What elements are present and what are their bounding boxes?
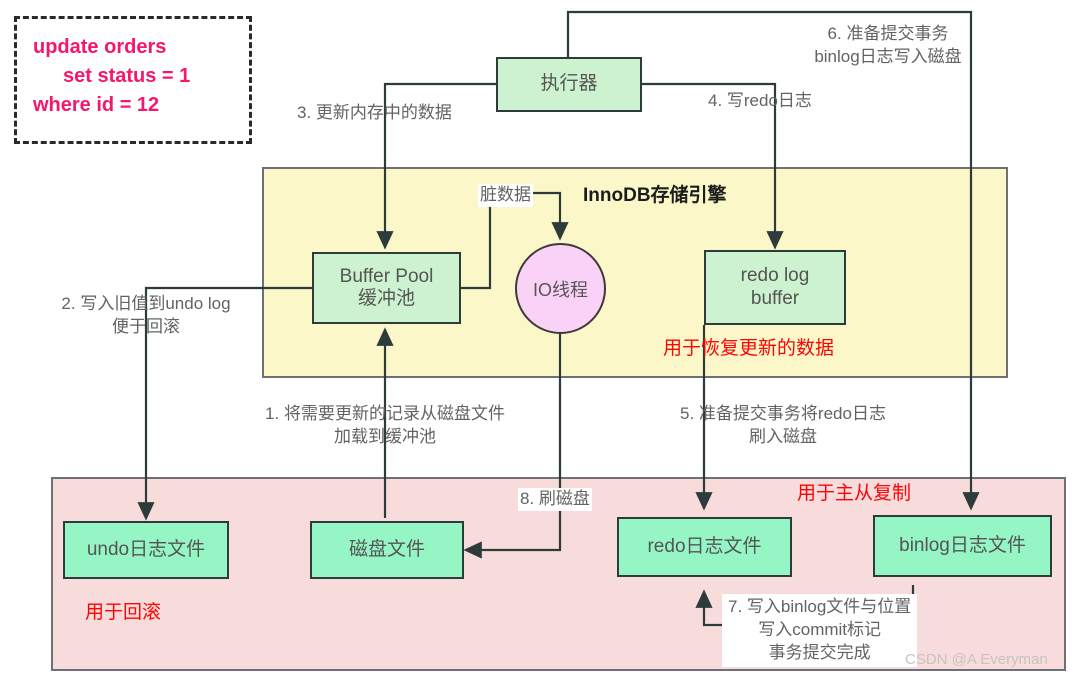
node-buffer-pool[interactable]: Buffer Pool 缓冲池 [312,252,461,324]
node-buffer-pool-label-en: Buffer Pool [339,265,434,287]
node-redo-log-file[interactable]: redo日志文件 [617,517,792,577]
label-step-7-line-3: 事务提交完成 [768,642,871,662]
label-step-7-line-1: 7. 写入binlog文件与位置 [728,597,912,616]
node-io-thread-label: IO线程 [532,279,588,300]
label-dirty-data: 脏数据 [478,184,533,207]
label-step-1-line-2: 加载到缓冲池 [334,426,436,446]
label-step-5-line-2: 刷入磁盘 [749,426,817,446]
sql-line-3: where id = 12 [33,94,160,116]
label-step-2: 2. 写入旧值到undo log 便于回滚 [61,293,230,339]
node-redo-log-file-label: redo日志文件 [647,535,762,557]
label-step-7: 7. 写入binlog文件与位置 写入commit标记 事务提交完成 [722,594,918,667]
diagram-canvas: update orders set status = 1 where id = … [0,0,1085,681]
node-binlog-file-label: binlog日志文件 [899,534,1026,556]
label-step-5-line-1: 5. 准备提交事务将redo日志 [680,404,886,423]
node-executor-label: 执行器 [540,73,598,95]
node-disk-file-label: 磁盘文件 [348,538,425,560]
label-step-2-line-1: 2. 写入旧值到undo log [61,294,231,313]
label-step-2-line-2: 便于回滚 [111,316,180,336]
label-step-5: 5. 准备提交事务将redo日志 刷入磁盘 [680,403,886,449]
sql-line-2: set status = 1 [63,65,191,87]
node-undo-log-file[interactable]: undo日志文件 [63,521,229,579]
node-executor[interactable]: 执行器 [496,57,642,112]
node-disk-file[interactable]: 磁盘文件 [310,521,464,579]
node-buffer-pool-label-cn: 缓冲池 [357,288,415,309]
annotation-rollback: 用于回滚 [85,602,162,623]
node-redo-log-buffer-label-1: redo log [740,265,810,287]
sql-line-1: update orders [33,36,167,58]
node-io-thread[interactable]: IO线程 [515,243,606,334]
watermark: CSDN @A Everyman [905,651,1048,668]
annotation-replication: 用于主从复制 [797,483,912,504]
label-step-1-line-1: 1. 将需要更新的记录从磁盘文件 [265,404,505,423]
node-redo-log-buffer[interactable]: redo log buffer [704,250,846,325]
label-step-6-line-1: 6. 准备提交事务 [827,24,949,43]
label-step-3: 3. 更新内存中的数据 [297,103,452,122]
node-binlog-file[interactable]: binlog日志文件 [873,515,1052,577]
annotation-recover-data: 用于恢复更新的数据 [663,338,835,359]
label-step-4: 4. 写redo日志 [708,91,812,110]
node-redo-log-buffer-label-2: buffer [750,287,800,309]
node-undo-log-file-label: undo日志文件 [86,538,206,560]
label-step-6: 6. 准备提交事务 binlog日志写入磁盘 [814,23,961,69]
label-step-8: 8. 刷磁盘 [518,488,592,511]
label-step-6-line-2: binlog日志写入磁盘 [814,46,962,66]
label-step-7-line-2: 写入commit标记 [758,619,882,639]
sql-statement-box: update orders set status = 1 where id = … [14,16,252,144]
label-step-1: 1. 将需要更新的记录从磁盘文件 加载到缓冲池 [265,403,505,449]
innodb-region-title: InnoDB存储引擎 [583,185,727,206]
